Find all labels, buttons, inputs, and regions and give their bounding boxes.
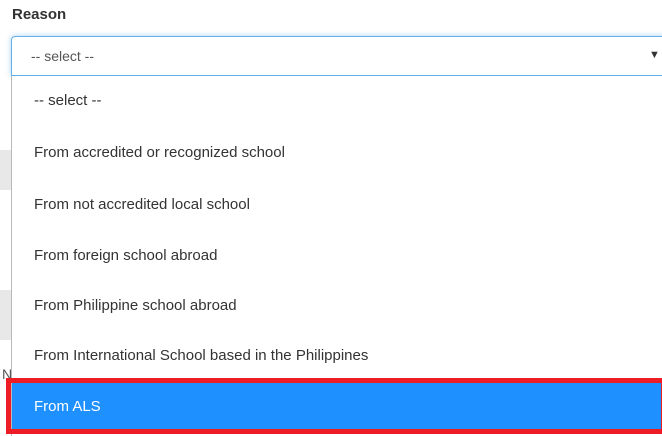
option-international-school-ph[interactable]: From International School based in the P… [12, 331, 662, 381]
option-foreign-school-abroad[interactable]: From foreign school abroad [12, 231, 662, 281]
background-fragment [0, 290, 11, 340]
option-from-als[interactable]: From ALS [12, 382, 662, 432]
option-philippine-school-abroad[interactable]: From Philippine school abroad [12, 281, 662, 331]
option-accredited-school[interactable]: From accredited or recognized school [12, 128, 662, 178]
background-fragment [0, 150, 11, 190]
select-current-value: -- select -- [31, 48, 94, 64]
option-select-placeholder[interactable]: -- select -- [12, 76, 662, 126]
reason-select[interactable]: -- select -- ▼ [11, 36, 662, 76]
option-not-accredited-local-school[interactable]: From not accredited local school [12, 180, 662, 230]
caret-down-icon: ▼ [649, 49, 660, 61]
page: N Reason -- select -- ▼ -- select -- Fro… [0, 0, 662, 436]
reason-dropdown-list: -- select -- From accredited or recogniz… [11, 76, 662, 436]
reason-label: Reason [12, 6, 67, 23]
